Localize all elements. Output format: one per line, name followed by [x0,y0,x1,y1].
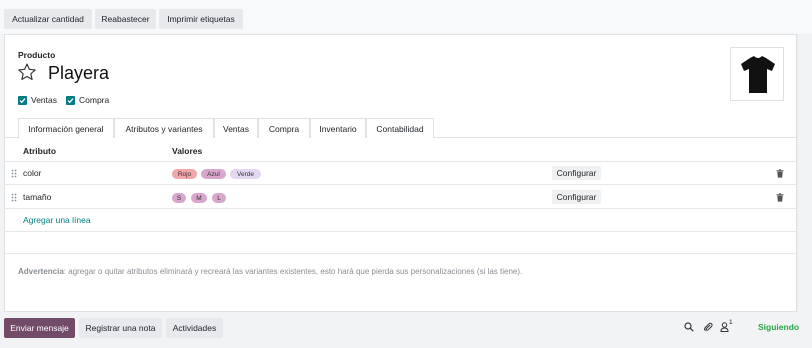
product-field-label: Producto [18,50,56,60]
checkbox-checked-icon [66,95,75,105]
drag-handle-icon[interactable] [11,169,17,178]
trash-icon[interactable] [776,169,784,178]
product-image[interactable] [730,47,784,101]
checkbox-checked-icon [18,95,27,105]
drag-handle-icon[interactable] [11,193,17,202]
update-quantity-button[interactable]: Actualizar cantidad [4,9,92,29]
variants-warning: Advertencia: agregar o quitar atributos … [18,267,522,276]
favorite-star-icon[interactable] [17,62,37,82]
can-be-sold-checkbox[interactable]: Ventas [18,95,57,105]
followers-icon[interactable] [720,322,729,332]
tab-sales[interactable]: Ventas [214,118,258,138]
section-divider [4,253,797,254]
row-divider [4,208,797,209]
activities-button[interactable]: Actividades [166,318,223,338]
print-labels-button[interactable]: Imprimir etiquetas [159,9,243,29]
value-tag: M [191,193,207,203]
value-tag: L [212,193,226,203]
search-icon[interactable] [684,322,694,332]
warning-title: Advertencia [18,267,64,276]
sheet-border [797,34,798,312]
paperclip-icon[interactable] [703,322,713,332]
configure-button[interactable]: Configurar [552,190,601,204]
can-be-purchased-checkbox[interactable]: Compra [66,95,109,105]
can-be-sold-label: Ventas [31,95,57,105]
column-header-values[interactable]: Valores [172,146,202,156]
can-be-purchased-label: Compra [79,95,110,105]
table-bottom-divider [4,231,797,232]
send-message-button[interactable]: Enviar mensaje [4,318,75,338]
value-tag: S [172,193,186,203]
log-note-button[interactable]: Registrar una nota [79,318,162,338]
value-tag: Azul [201,169,226,179]
tab-accounting[interactable]: Contabilidad [366,118,434,138]
row-divider [4,184,797,185]
tab-general-info[interactable]: Información general [18,118,114,138]
tshirt-image [741,56,775,93]
trash-icon[interactable] [776,193,784,202]
row-divider [4,161,797,162]
replenish-button[interactable]: Reabastecer [95,9,156,29]
add-line-link[interactable]: Agregar una línea [23,215,91,225]
tab-purchase[interactable]: Compra [258,118,310,138]
followers-count: 1 [729,319,733,326]
value-tag: Verde [230,169,261,179]
tab-attributes-variants[interactable]: Atributos y variantes [114,118,214,138]
product-name[interactable]: Playera [48,63,109,84]
attribute-name[interactable]: color [23,168,41,178]
configure-button[interactable]: Configurar [552,166,601,180]
tab-inventory[interactable]: Inventario [310,118,366,138]
warning-text: : agregar o quitar atributos eliminará y… [63,267,523,276]
attribute-name[interactable]: tamaño [23,192,51,202]
value-tag: Rojo [172,169,197,179]
column-header-attribute[interactable]: Atributo [23,146,56,156]
following-button[interactable]: Siguiendo [758,322,799,332]
